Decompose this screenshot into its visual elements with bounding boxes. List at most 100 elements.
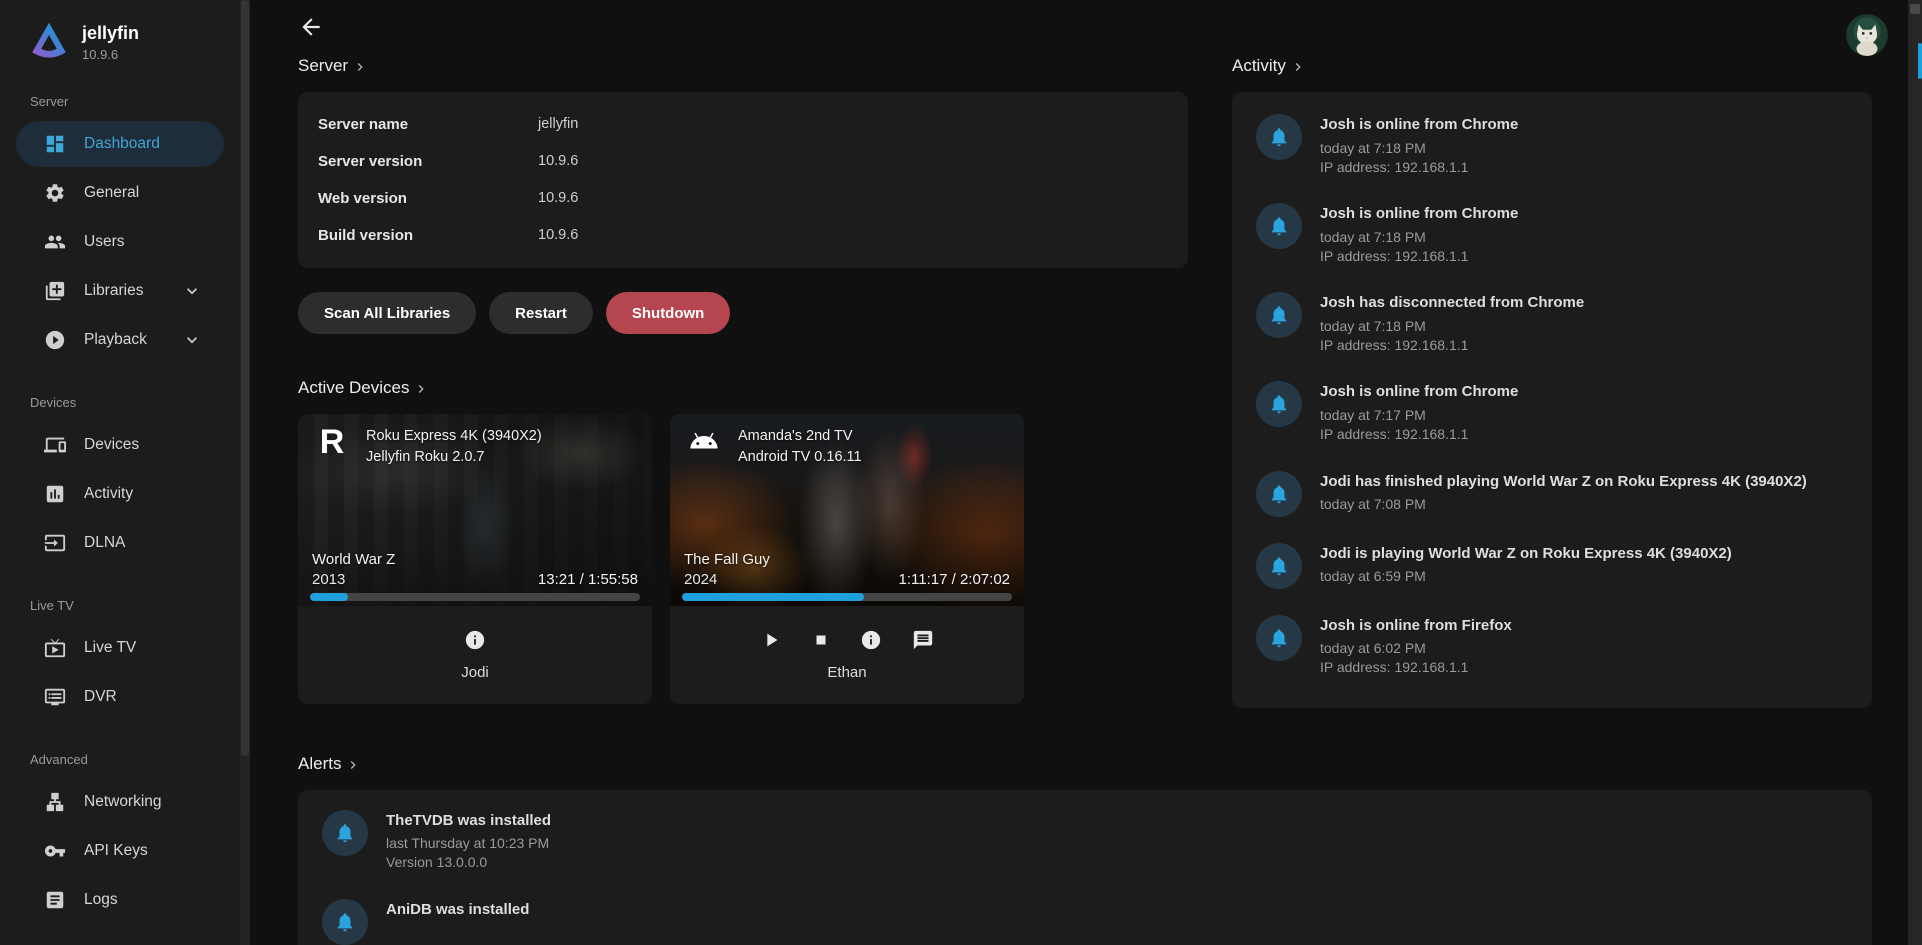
activity-time: today at 7:18 PM bbox=[1320, 317, 1584, 336]
sidebar-item-general[interactable]: General bbox=[16, 170, 224, 216]
activity-card: Josh is online from Chrome today at 7:18… bbox=[1232, 92, 1872, 708]
sidebar-item-logs[interactable]: Logs bbox=[16, 877, 224, 923]
shutdown-button[interactable]: Shutdown bbox=[606, 292, 730, 334]
server-section-heading[interactable]: Server bbox=[298, 56, 368, 76]
scan-all-libraries-button[interactable]: Scan All Libraries bbox=[298, 292, 476, 334]
sidebar-item-label: Devices bbox=[84, 436, 139, 454]
bell-icon bbox=[1268, 627, 1290, 649]
chevron-down-icon[interactable] bbox=[182, 330, 202, 350]
activity-time: today at 7:18 PM bbox=[1320, 228, 1518, 247]
client-version: Jellyfin Roku 2.0.7 bbox=[366, 447, 542, 468]
activity-section-heading[interactable]: Activity bbox=[1232, 56, 1306, 76]
sidebar-section-devices: Devices bbox=[30, 395, 210, 410]
sidebar-item-libraries[interactable]: Libraries bbox=[16, 268, 224, 314]
web-version-value: 10.9.6 bbox=[538, 190, 1168, 207]
session-user: Ethan bbox=[827, 664, 866, 681]
chevron-down-icon[interactable] bbox=[182, 281, 202, 301]
playback-time: 1:11:17 / 2:07:02 bbox=[899, 571, 1010, 588]
live-tv-icon bbox=[44, 637, 66, 659]
sidebar-item-live-tv[interactable]: Live TV bbox=[16, 625, 224, 671]
activity-entry[interactable]: Josh has disconnected from Chrome today … bbox=[1256, 292, 1848, 355]
message-button[interactable] bbox=[912, 629, 934, 651]
stop-button[interactable] bbox=[812, 631, 830, 649]
sidebar-item-devices[interactable]: Devices bbox=[16, 422, 224, 468]
alert-entry[interactable]: AniDB was installed bbox=[322, 899, 1848, 945]
sidebar-item-api-keys[interactable]: API Keys bbox=[16, 828, 224, 874]
chevron-right-icon bbox=[413, 381, 429, 397]
active-devices-title: Active Devices bbox=[298, 378, 409, 398]
bell-badge bbox=[322, 810, 368, 856]
bell-badge bbox=[1256, 292, 1302, 338]
sidebar-item-dvr[interactable]: DVR bbox=[16, 674, 224, 720]
main-content: Server Server name jellyfin Server versi… bbox=[250, 0, 1908, 945]
sidebar-section-server: Server bbox=[30, 94, 210, 109]
now-playing-backdrop: Amanda's 2nd TV Android TV 0.16.11 The F… bbox=[670, 414, 1024, 606]
sidebar-item-label: Logs bbox=[84, 891, 118, 909]
sidebar-scrollbar-thumb[interactable] bbox=[241, 0, 249, 756]
activity-entry[interactable]: Jodi has finished playing World War Z on… bbox=[1256, 471, 1848, 517]
alert-entry[interactable]: TheTVDB was installed last Thursday at 1… bbox=[322, 810, 1848, 873]
activity-entry[interactable]: Josh is online from Chrome today at 7:18… bbox=[1256, 203, 1848, 266]
build-version-label: Build version bbox=[318, 227, 538, 244]
device-card-roku[interactable]: R Roku Express 4K (3940X2) Jellyfin Roku… bbox=[298, 414, 652, 704]
dashboard-icon bbox=[44, 133, 66, 155]
info-button[interactable] bbox=[464, 629, 486, 651]
bell-icon bbox=[334, 911, 356, 933]
alerts-section: Alerts TheTVDB was installed last Thursd… bbox=[298, 754, 1872, 945]
activity-ip: IP address: 192.168.1.1 bbox=[1320, 158, 1518, 177]
server-version-label: Server version bbox=[318, 153, 538, 170]
activity-ip: IP address: 192.168.1.1 bbox=[1320, 425, 1518, 444]
activity-entry[interactable]: Josh is online from Firefox today at 6:0… bbox=[1256, 615, 1848, 678]
activity-entry[interactable]: Josh is online from Chrome today at 7:17… bbox=[1256, 381, 1848, 444]
activity-entry[interactable]: Josh is online from Chrome today at 7:18… bbox=[1256, 114, 1848, 177]
server-info-row: Server version 10.9.6 bbox=[318, 143, 1168, 180]
sidebar-item-label: Users bbox=[84, 233, 124, 251]
sidebar-item-dlna[interactable]: DLNA bbox=[16, 520, 224, 566]
device-card-android-tv[interactable]: Amanda's 2nd TV Android TV 0.16.11 The F… bbox=[670, 414, 1024, 704]
playback-time: 13:21 / 1:55:58 bbox=[538, 571, 638, 588]
sidebar-item-activity[interactable]: Activity bbox=[16, 471, 224, 517]
device-name: Amanda's 2nd TV bbox=[738, 426, 862, 447]
activity-time: today at 6:02 PM bbox=[1320, 639, 1512, 658]
scrollbar-up-button[interactable] bbox=[1910, 4, 1920, 14]
alerts-section-heading[interactable]: Alerts bbox=[298, 754, 361, 774]
activity-ip: IP address: 192.168.1.1 bbox=[1320, 247, 1518, 266]
activity-entry[interactable]: Jodi is playing World War Z on Roku Expr… bbox=[1256, 543, 1848, 589]
bell-icon bbox=[1268, 215, 1290, 237]
server-version-value: 10.9.6 bbox=[538, 153, 1168, 170]
bell-badge bbox=[1256, 543, 1302, 589]
sidebar-item-users[interactable]: Users bbox=[16, 219, 224, 265]
restart-button[interactable]: Restart bbox=[489, 292, 593, 334]
sidebar-scrollbar[interactable] bbox=[240, 0, 250, 945]
active-devices-heading[interactable]: Active Devices bbox=[298, 378, 429, 398]
chevron-right-icon bbox=[1290, 59, 1306, 75]
bell-icon bbox=[334, 822, 356, 844]
sidebar-item-playback[interactable]: Playback bbox=[16, 317, 224, 363]
bell-icon bbox=[1268, 126, 1290, 148]
bell-icon bbox=[1268, 555, 1290, 577]
sidebar-item-dashboard[interactable]: Dashboard bbox=[16, 121, 224, 167]
server-name-label: Server name bbox=[318, 116, 538, 133]
library-add-icon bbox=[44, 280, 66, 302]
play-button[interactable] bbox=[760, 629, 782, 651]
key-icon bbox=[44, 840, 66, 862]
scrollbar-thumb[interactable] bbox=[1918, 43, 1922, 79]
media-title: World War Z bbox=[312, 549, 395, 572]
user-avatar[interactable] bbox=[1846, 14, 1888, 56]
app-logo-row[interactable]: jellyfin 10.9.6 bbox=[0, 0, 240, 62]
activity-time: today at 7:18 PM bbox=[1320, 139, 1518, 158]
page-scrollbar[interactable] bbox=[1908, 0, 1922, 945]
play-circle-icon bbox=[44, 329, 66, 351]
activity-ip: IP address: 192.168.1.1 bbox=[1320, 336, 1584, 355]
playback-progress-fill bbox=[682, 593, 864, 601]
back-button[interactable] bbox=[298, 14, 324, 40]
info-button[interactable] bbox=[860, 629, 882, 651]
app-name: jellyfin bbox=[82, 20, 139, 45]
bell-badge bbox=[1256, 471, 1302, 517]
bell-badge bbox=[1256, 114, 1302, 160]
activity-title: Josh has disconnected from Chrome bbox=[1320, 293, 1584, 313]
alert-detail: Version 13.0.0.0 bbox=[386, 853, 551, 872]
sidebar-section-advanced: Advanced bbox=[30, 752, 210, 767]
sidebar-item-networking[interactable]: Networking bbox=[16, 779, 224, 825]
sidebar-item-label: Dashboard bbox=[84, 135, 160, 153]
